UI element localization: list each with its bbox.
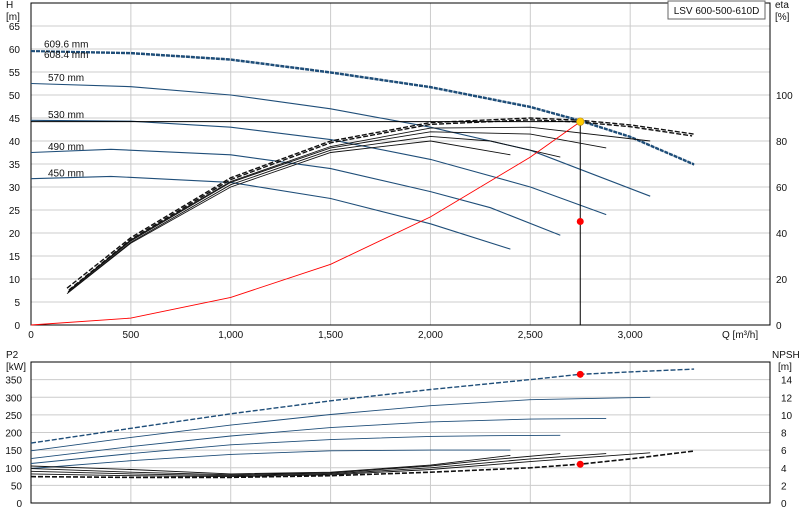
head-tick-label: 35 [9,160,21,171]
head-axis-title-line1: H [6,0,13,11]
power-tick-label: 150 [5,446,22,457]
head-tick-label: 5 [14,298,20,309]
power-curve [30,396,651,452]
npsh-tick-label: 6 [781,446,787,457]
head-tick-label: 50 [9,91,21,102]
npsh-tick-label: 4 [781,464,787,475]
power-tick-label: 50 [11,481,23,492]
head-curve-label: 450 mm [48,168,84,179]
model-label: LSV 600-500-610D [674,6,760,17]
efficiency-curve [68,119,693,291]
bottom-right-axis-title: NPSH [m] [772,350,800,373]
power-tick-label: 100 [5,464,22,475]
efficiency-curve [67,131,607,293]
head-tick-label: 65 [9,22,21,33]
eta-tick-label: 0 [776,321,782,332]
x-tick-label: 0 [28,330,34,341]
npsh-curve [30,453,561,476]
power-tick-label: 200 [5,429,22,440]
eta-tick-label: 20 [776,275,788,286]
pump-curve-svg: LSV 600-500-610D H [m] eta [%] P2 [kW] N… [5,0,800,510]
power-axis-title-line1: P2 [6,350,19,361]
npsh-tick-label: 10 [781,411,793,422]
head-tick-label: 25 [9,206,21,217]
npsh-tick-label: 2 [781,481,787,492]
eta-tick-label: 60 [776,183,788,194]
eta-tick-label: 100 [776,91,793,102]
eta-axis-title-line2: [%] [775,12,790,23]
head-tick-label: 20 [9,229,21,240]
pump-curve-chart: LSV 600-500-610D H [m] eta [%] P2 [kW] N… [0,0,800,520]
x-tick-label: 2,500 [518,330,543,341]
x-tick-label: 1,500 [318,330,343,341]
top-right-axis-title: eta [%] [775,0,790,23]
head-tick-label: 60 [9,45,21,56]
duty-point-eta-marker [576,218,584,225]
head-tick-label: 55 [9,68,21,79]
head-curve [30,82,651,197]
power-tick-label: 250 [5,411,22,422]
x-tick-label: 2,000 [418,330,443,341]
duty-point-npsh-marker [576,460,584,468]
power-curve [30,449,511,469]
npsh-tick-label: 8 [781,429,787,440]
bottom-left-axis-title: P2 [kW] [6,350,26,373]
top-left-axis-title: H [m] [6,0,20,23]
top-grid [30,3,770,326]
npsh-tick-label: 12 [781,393,793,404]
x-tick-label: 500 [123,330,140,341]
bottom-grid [30,362,770,504]
power-tick-label: 0 [16,499,22,510]
head-tick-label: 30 [9,183,21,194]
power-tick-label: 350 [5,376,22,387]
head-curve-label: 530 mm [48,110,84,121]
eta-axis-title-line1: eta [775,0,789,11]
head-tick-label: 40 [9,137,21,148]
eta-tick-label: 40 [776,229,788,240]
x-tick-label: 1,000 [218,330,243,341]
head-tick-label: 15 [9,252,21,263]
x-tick-label: 3,000 [618,330,643,341]
eta-tick-label: 80 [776,137,788,148]
duty-point-power-marker [576,370,584,378]
head-curve-label: 608.4 mm [44,50,88,61]
npsh-tick-label: 0 [781,499,787,510]
head-curve-label: 609.6 mm [44,39,88,50]
power-curve [30,417,607,460]
head-curve-label: 570 mm [48,73,84,84]
npsh-tick-label: 14 [781,376,793,387]
power-tick-label: 300 [5,393,22,404]
head-tick-label: 45 [9,114,21,125]
npsh-axis-title-line2: [m] [778,362,792,373]
duty-point-head-marker [576,117,585,126]
head-tick-label: 10 [9,275,21,286]
power-axis-title-line2: [kW] [6,362,26,373]
head-curve-label: 490 mm [48,142,84,153]
x-axis-title: Q [m³/h] [722,330,758,341]
head-tick-label: 0 [14,321,20,332]
npsh-axis-title-line1: NPSH [772,350,800,361]
